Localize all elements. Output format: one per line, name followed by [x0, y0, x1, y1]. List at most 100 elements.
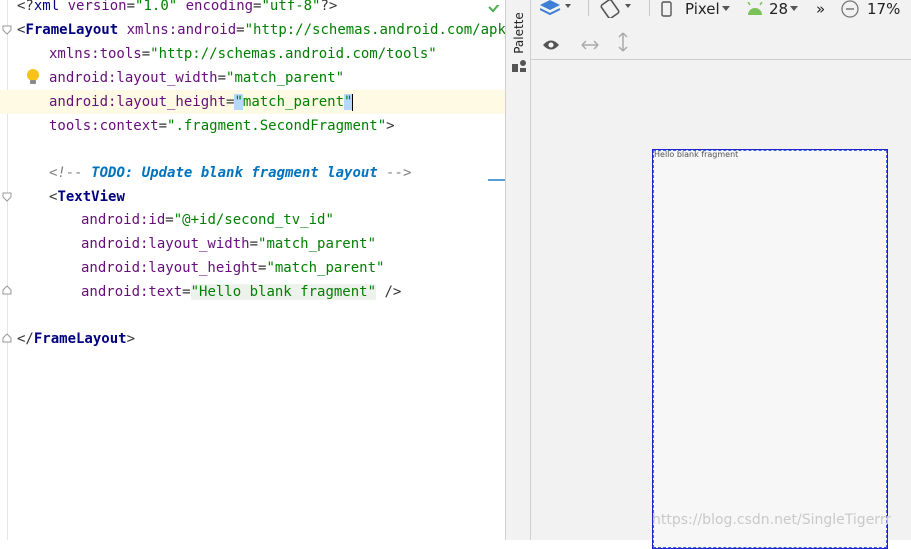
palette-tool-strip: [505, 0, 531, 540]
orientation-button[interactable]: [600, 0, 636, 18]
code-line-2[interactable]: <FrameLayout xmlns:android="http://schem…: [0, 18, 505, 42]
token-tag: xml: [33, 0, 60, 14]
code-line-11[interactable]: android:layout_width="match_parent": [0, 232, 505, 256]
token-close: >: [386, 118, 395, 134]
watermark-text: https://blog.csdn.net/SingleTigerrr: [652, 512, 892, 528]
token-attr: android:layout_height: [81, 260, 259, 276]
code-line-6[interactable]: tools:context=".fragment.SecondFragment"…: [0, 114, 505, 138]
token-attr: xmlns:android: [118, 22, 237, 38]
fold-open-icon[interactable]: [2, 25, 12, 35]
token-comment-open: <!--: [49, 165, 92, 181]
token-attr: version: [59, 0, 127, 14]
token-value: "match_parent": [266, 260, 385, 276]
token-eq: =: [126, 0, 136, 14]
token-value: match_parent: [242, 94, 345, 110]
palette-tab-label: Palette: [512, 12, 526, 54]
token-open: </: [17, 331, 34, 347]
token-attr: android:id: [81, 212, 166, 228]
resize-vertical-button[interactable]: [617, 32, 629, 56]
token-value: "1.0": [135, 0, 178, 14]
fold-close-icon[interactable]: [2, 333, 12, 343]
token-eq: =: [236, 22, 245, 38]
token-attr: tools:context: [49, 118, 159, 134]
zoom-out-button[interactable]: [841, 0, 859, 18]
token-value: "@+id/second_tv_id": [173, 212, 334, 228]
api-level-selector[interactable]: 28: [746, 0, 800, 18]
token-comment-close: -->: [377, 165, 412, 181]
token-value: "http://schemas.android.com/tools": [150, 46, 437, 62]
token-attr: xmlns:tools: [49, 46, 142, 62]
arrows-vertical-icon: [618, 32, 628, 52]
toolbar-separator: [588, 0, 589, 16]
token-value-string-resource: "Hello blank fragment": [190, 284, 377, 300]
view-options-button[interactable]: [542, 36, 560, 55]
token-quote-matched: ": [234, 94, 243, 110]
design-toolbar-secondary: [531, 24, 911, 60]
token-tag: FrameLayout: [33, 331, 127, 347]
code-line-13[interactable]: android:text="Hello blank fragment" />: [0, 280, 505, 304]
text-caret: [352, 93, 354, 111]
token-tag: FrameLayout: [25, 22, 119, 38]
zoom-out-icon: [841, 0, 859, 18]
code-line-9[interactable]: <TextView: [0, 185, 505, 209]
scrollbar-marker[interactable]: [488, 179, 505, 181]
token-attr: android:layout_width: [49, 70, 218, 86]
zoom-level: 17%: [867, 0, 900, 18]
code-line-1[interactable]: <?xml version="1.0" encoding="utf-8"?>: [0, 0, 505, 18]
token-eq: =: [158, 118, 168, 134]
device-selector[interactable]: Pixel: [661, 0, 732, 18]
chevron-down-icon: [721, 6, 730, 11]
token-attr: android:text: [81, 284, 183, 300]
code-line-15[interactable]: </FrameLayout>: [0, 327, 505, 351]
api-level-label: 28: [769, 0, 789, 18]
inspection-ok-icon[interactable]: [487, 0, 503, 13]
token-close: />: [376, 284, 402, 300]
token-eq: =: [249, 236, 259, 252]
token-value: ".fragment.SecondFragment": [167, 118, 387, 134]
android-icon: [747, 2, 763, 15]
token-attr: android:layout_width: [81, 236, 250, 252]
token-eq: =: [165, 212, 174, 228]
token-eq: =: [217, 70, 227, 86]
arrows-horizontal-icon: [581, 40, 599, 50]
toolbar-separator: [649, 0, 650, 16]
token-close: ?>: [320, 0, 338, 14]
fold-close-icon[interactable]: [2, 285, 12, 295]
more-icon: »: [816, 0, 826, 18]
more-toolbar-button[interactable]: »: [816, 0, 825, 18]
token-value: "match_parent": [226, 70, 345, 86]
resize-horizontal-button[interactable]: [581, 36, 599, 55]
design-toolbar: Pixel 28 » 17%: [531, 0, 911, 22]
rotate-device-icon: [600, 0, 631, 18]
token-eq: =: [182, 284, 191, 300]
phone-icon: [661, 1, 672, 17]
code-line-3[interactable]: xmlns:tools="http://schemas.android.com/…: [0, 42, 505, 66]
code-line-5-current[interactable]: android:layout_height="match_parent": [0, 90, 505, 114]
zoom-level-label: 17%: [867, 0, 901, 18]
code-editor[interactable]: <?xml version="1.0" encoding="utf-8"?> <…: [0, 0, 505, 540]
token-quote-matched: ": [344, 94, 353, 110]
palette-icon[interactable]: [511, 58, 527, 74]
lightbulb-icon[interactable]: [25, 68, 41, 86]
code-line-10[interactable]: android:id="@+id/second_tv_id": [0, 208, 505, 232]
layers-button[interactable]: [540, 0, 576, 18]
token-value: "utf-8": [261, 0, 321, 14]
palette-tab[interactable]: Palette: [506, 10, 532, 56]
token-attr: android:layout_height: [49, 94, 227, 110]
code-line-12[interactable]: android:layout_height="match_parent": [0, 256, 505, 280]
code-line-8-comment[interactable]: <!-- TODO: Update blank fragment layout …: [0, 161, 505, 185]
code-line-4[interactable]: android:layout_width="match_parent": [0, 66, 505, 90]
token-open: <?: [17, 0, 34, 14]
token-tag: TextView: [57, 189, 125, 205]
token-attr: encoding: [177, 0, 254, 14]
token-close: >: [126, 331, 136, 347]
preview-textview[interactable]: Hello blank fragment: [654, 150, 738, 159]
device-label: Pixel: [685, 0, 720, 18]
layers-icon: [540, 0, 571, 16]
fold-open-icon[interactable]: [2, 192, 12, 202]
token-eq: =: [141, 46, 151, 62]
token-todo: TODO: Update blank fragment layout: [91, 165, 378, 181]
device-preview-frame[interactable]: [652, 149, 888, 549]
chevron-down-icon: [790, 6, 799, 11]
eye-icon: [543, 40, 559, 50]
